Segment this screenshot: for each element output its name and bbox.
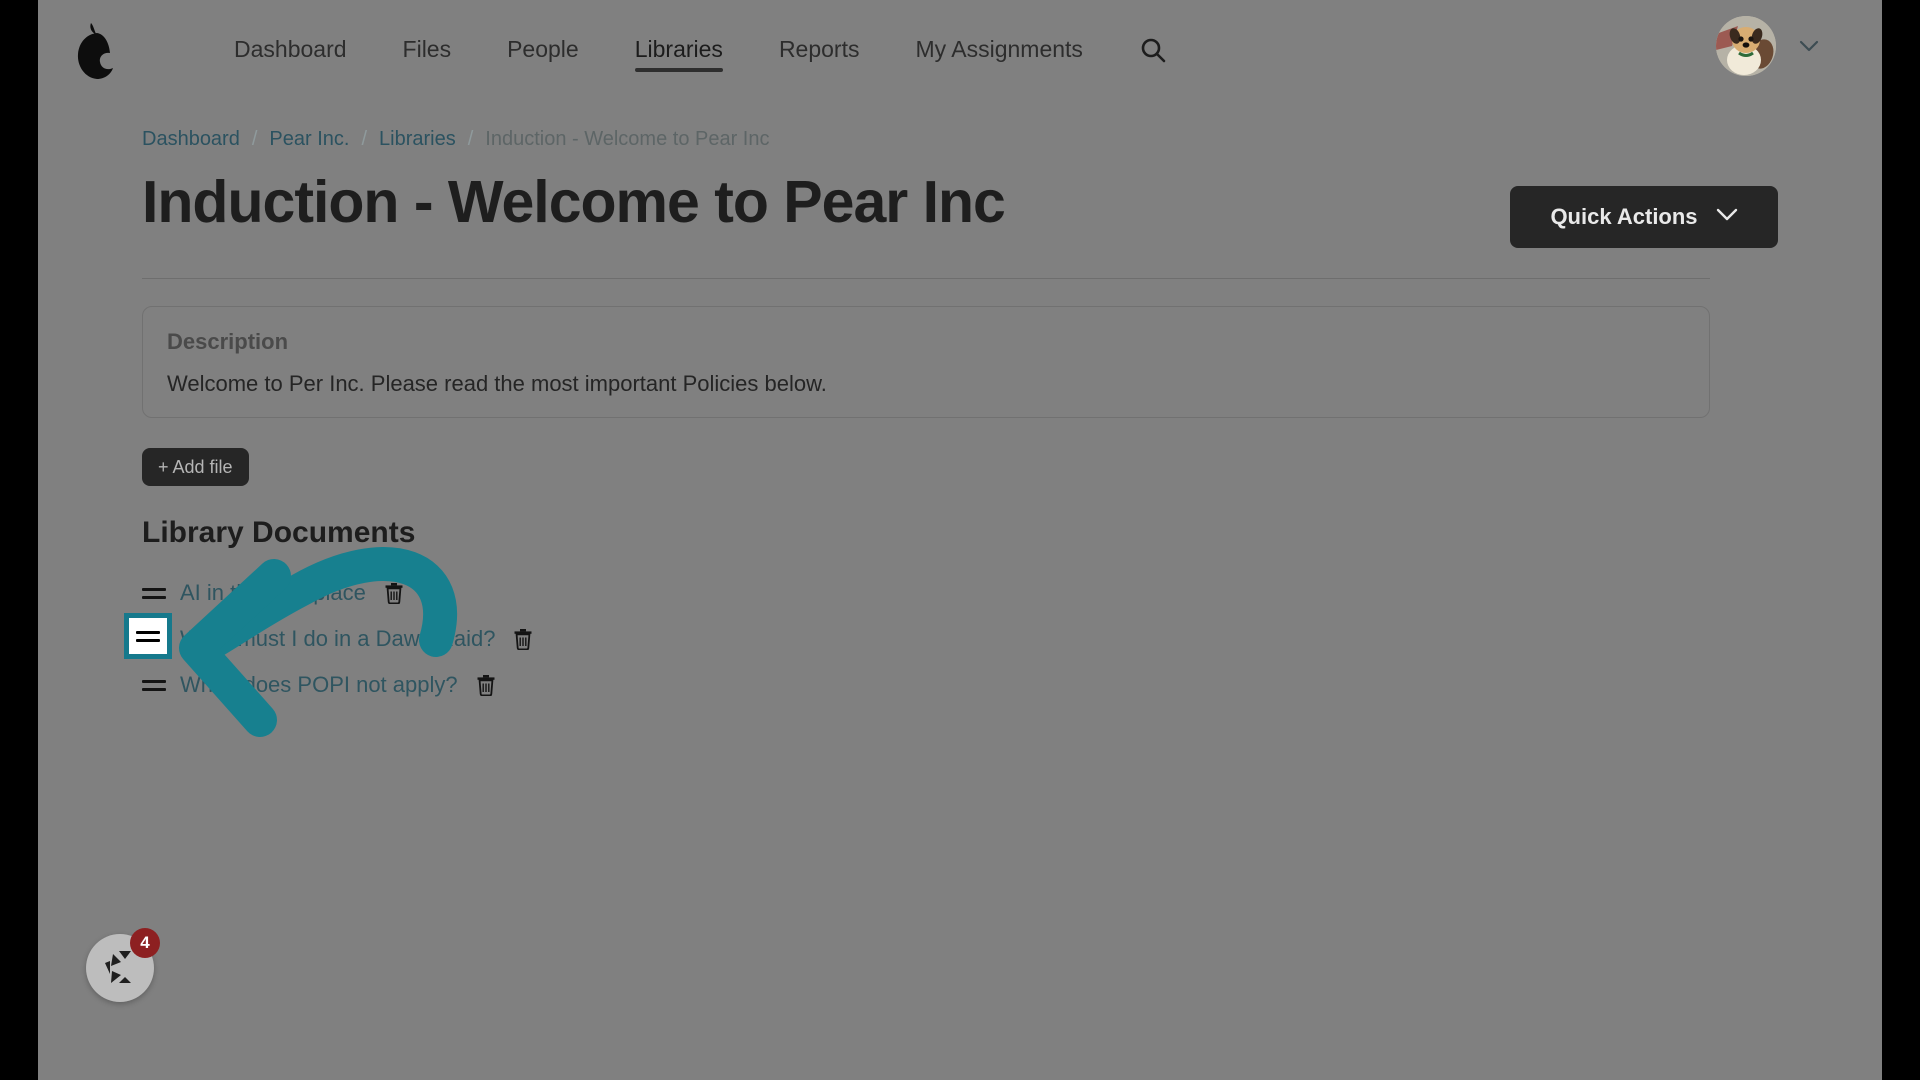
breadcrumb-separator: / (251, 128, 258, 150)
header-divider (142, 278, 1710, 279)
drag-handle-icon[interactable] (142, 674, 166, 696)
document-link[interactable]: What must I do in a Dawn Raid? (180, 626, 495, 652)
notification-badge: 4 (130, 928, 160, 958)
list-item[interactable]: AI in the workplace (142, 570, 842, 616)
avatar[interactable] (1716, 16, 1776, 76)
library-documents-list: AI in the workplace What must I do in a … (142, 570, 842, 708)
nav-item-reports[interactable]: Reports (751, 0, 888, 98)
trash-icon[interactable] (476, 673, 498, 697)
breadcrumb-current: Induction - Welcome to Pear Inc (485, 128, 770, 150)
description-body: Welcome to Per Inc. Please read the most… (167, 371, 827, 396)
drag-handle-icon[interactable] (142, 582, 166, 604)
chevron-down-icon[interactable] (1796, 36, 1822, 56)
app-screen: Dashboard Files People Libraries Reports… (38, 0, 1882, 1080)
breadcrumb-separator: / (361, 128, 368, 150)
pear-logo-icon[interactable] (62, 16, 132, 86)
quick-actions-label: Quick Actions (1550, 204, 1698, 229)
breadcrumb-item-dashboard[interactable]: Dashboard (142, 128, 240, 151)
nav-item-people[interactable]: People (479, 0, 607, 98)
add-file-button[interactable]: + Add file (142, 448, 249, 486)
page-title: Induction - Welcome to Pear Inc (142, 169, 1006, 235)
nav-item-libraries[interactable]: Libraries (607, 0, 751, 98)
trash-icon[interactable] (513, 627, 535, 651)
add-file-label: + Add file (158, 456, 233, 477)
top-navigation-bar: Dashboard Files People Libraries Reports… (38, 0, 1882, 98)
highlighted-drag-handle[interactable] (124, 613, 172, 659)
nav-item-my-assignments[interactable]: My Assignments (887, 0, 1110, 98)
list-item[interactable]: When does POPI not apply? (142, 662, 842, 708)
breadcrumb-separator: / (467, 128, 474, 150)
breadcrumb-item-pear-inc[interactable]: Pear Inc. (269, 128, 349, 151)
document-link[interactable]: When does POPI not apply? (180, 672, 458, 698)
breadcrumb: Dashboard / Pear Inc. / Libraries / Indu… (142, 128, 770, 151)
nav-links: Dashboard Files People Libraries Reports… (206, 0, 1111, 98)
description-card: Description Welcome to Per Inc. Please r… (142, 306, 1710, 418)
breadcrumb-item-libraries[interactable]: Libraries (379, 128, 456, 151)
support-widget-button[interactable]: 4 (86, 928, 160, 1002)
document-link[interactable]: AI in the workplace (180, 580, 366, 606)
trash-icon[interactable] (384, 581, 406, 605)
description-title: Description (167, 329, 289, 354)
list-item[interactable]: What must I do in a Dawn Raid? (142, 616, 842, 662)
quick-actions-button[interactable]: Quick Actions (1510, 186, 1778, 248)
library-documents-heading: Library Documents (142, 516, 416, 549)
search-icon[interactable] (1130, 28, 1176, 74)
nav-item-dashboard[interactable]: Dashboard (206, 0, 375, 98)
chevron-down-icon (1716, 208, 1738, 226)
nav-item-files[interactable]: Files (375, 0, 480, 98)
drag-handle-icon[interactable] (136, 625, 160, 647)
